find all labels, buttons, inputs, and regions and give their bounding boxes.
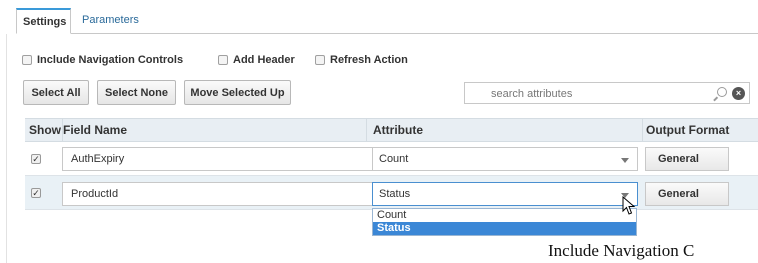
tab-bar: Settings Parameters xyxy=(16,8,758,34)
footer-caption: Include Navigation C xyxy=(548,241,695,260)
attribute-select[interactable]: Status xyxy=(372,182,638,206)
column-header-field-name: Field Name xyxy=(63,123,128,137)
clear-icon[interactable]: × xyxy=(732,87,745,100)
table-header: Show Field Name Attribute Output Format xyxy=(25,118,758,142)
add-header-label: Add Header xyxy=(233,54,295,66)
include-navigation-controls-label: Include Navigation Controls xyxy=(37,54,184,66)
include-navigation-controls-option[interactable]: Include Navigation Controls xyxy=(22,53,183,67)
search-attributes-input[interactable]: search attributes × xyxy=(464,82,750,104)
table-row: ✓ AuthExpiry Count General xyxy=(25,142,758,176)
refresh-action-checkbox[interactable] xyxy=(315,55,325,65)
field-name-input[interactable]: ProductId xyxy=(62,182,390,206)
add-header-option[interactable]: Add Header xyxy=(218,53,295,67)
output-format-button[interactable]: General xyxy=(645,147,729,171)
select-all-button[interactable]: Select All xyxy=(23,80,89,105)
mouse-cursor-icon xyxy=(622,196,636,215)
include-navigation-controls-checkbox[interactable] xyxy=(22,55,32,65)
left-border xyxy=(6,34,7,263)
output-format-button[interactable]: General xyxy=(645,182,729,206)
tab-settings[interactable]: Settings xyxy=(16,8,71,34)
show-checkbox[interactable]: ✓ xyxy=(31,154,41,164)
show-checkbox[interactable]: ✓ xyxy=(31,188,41,198)
column-header-attribute: Attribute xyxy=(373,123,423,137)
select-none-button[interactable]: Select None xyxy=(97,80,176,105)
add-header-checkbox[interactable] xyxy=(218,55,228,65)
dropdown-option-count[interactable]: Count xyxy=(373,209,636,222)
search-icon[interactable] xyxy=(717,87,727,97)
refresh-action-label: Refresh Action xyxy=(330,54,408,66)
search-placeholder: search attributes xyxy=(491,88,573,100)
move-selected-up-button[interactable]: Move Selected Up xyxy=(184,80,291,105)
tab-parameters[interactable]: Parameters xyxy=(76,8,139,34)
column-header-show: Show xyxy=(29,123,61,137)
field-name-input[interactable]: AuthExpiry xyxy=(62,147,390,171)
refresh-action-option[interactable]: Refresh Action xyxy=(315,53,408,67)
attribute-select[interactable]: Count xyxy=(372,147,638,171)
attribute-select-value: Status xyxy=(379,188,411,200)
dropdown-option-status[interactable]: Status xyxy=(373,222,636,235)
column-header-output-format: Output Format xyxy=(646,123,730,137)
attribute-dropdown-list: Count Status xyxy=(372,208,637,236)
attribute-select-value: Count xyxy=(379,153,409,165)
table-row: ✓ ProductId Status General xyxy=(25,176,758,210)
chevron-down-icon xyxy=(621,158,629,163)
